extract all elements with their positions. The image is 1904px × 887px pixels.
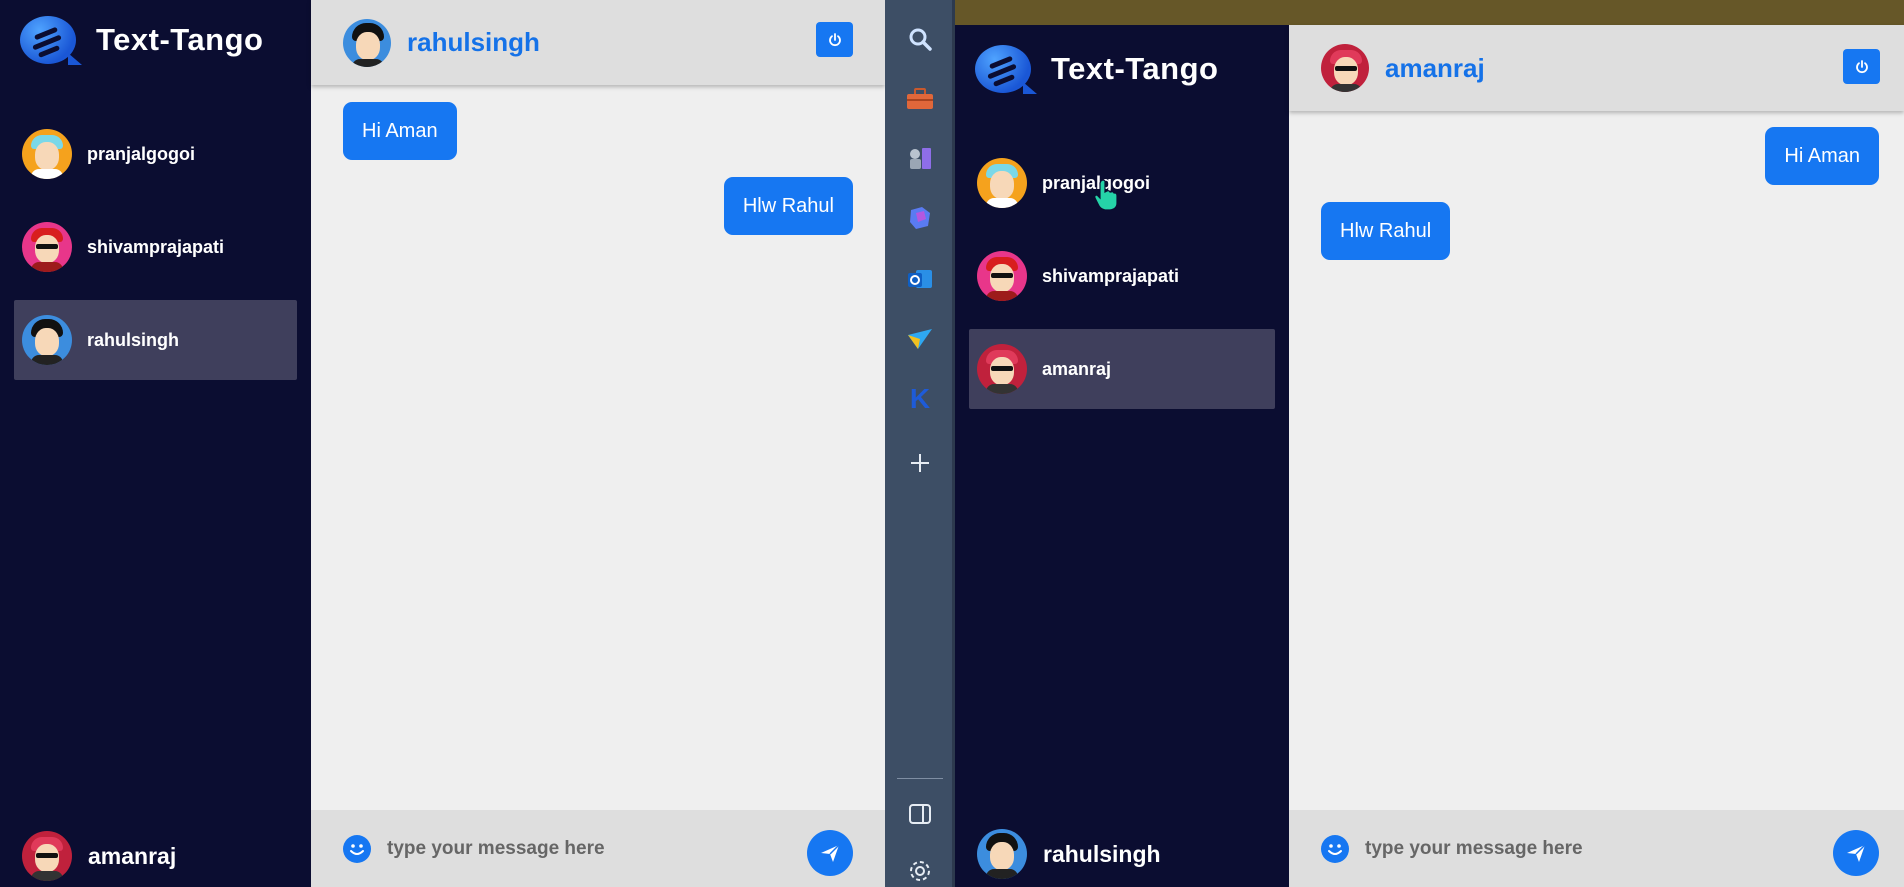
avatar	[22, 222, 72, 272]
browser-sidebar-toolbar: K	[885, 0, 955, 887]
send-icon	[1847, 844, 1866, 862]
contact-item-amanraj[interactable]: amanraj	[969, 329, 1275, 409]
contact-name: pranjalgogoi	[87, 143, 195, 164]
current-user[interactable]: rahulsingh	[977, 829, 1161, 879]
chat-contact-name: rahulsingh	[407, 27, 540, 57]
emoji-icon[interactable]	[1321, 834, 1349, 863]
contact-name: amanraj	[1042, 358, 1112, 379]
avatar	[22, 129, 72, 179]
outlook-icon[interactable]	[903, 262, 937, 296]
avatar	[1321, 44, 1369, 92]
left-chat-window: Text-Tango pranjalgogoi shivamprajapati	[0, 0, 885, 887]
gear-icon[interactable]	[903, 854, 937, 887]
message-bubble: Hi Aman	[1765, 127, 1879, 185]
avatar	[977, 344, 1027, 394]
hand-cursor-icon	[1094, 179, 1118, 211]
plus-icon[interactable]	[903, 446, 937, 480]
avatar	[977, 251, 1027, 301]
right-sidebar: Text-Tango pranjalgogoi shivamprajapati	[955, 25, 1289, 887]
chat-contact-name: amanraj	[1385, 52, 1485, 83]
left-sidebar: Text-Tango pranjalgogoi shivamprajapati	[0, 0, 311, 887]
avatar	[22, 315, 72, 365]
current-user-name: amanraj	[88, 842, 177, 869]
logout-button[interactable]	[816, 22, 853, 57]
message-input[interactable]	[1365, 837, 1745, 860]
contact-item-shivamprajapati[interactable]: shivamprajapati	[14, 207, 297, 287]
send-icon	[821, 844, 840, 862]
send-button[interactable]	[1833, 830, 1879, 876]
contact-list: pranjalgogoi shivamprajapati amanraj	[969, 143, 1275, 422]
chat-header: amanraj	[1289, 25, 1904, 111]
chat-panel: amanraj Hi Aman Hlw Rahul	[1289, 25, 1904, 887]
contact-item-pranjalgogoi[interactable]: pranjalgogoi	[14, 114, 297, 194]
chat-logo-icon	[975, 41, 1037, 96]
current-user-name: rahulsingh	[1043, 840, 1161, 867]
contact-name: shivamprajapati	[1042, 265, 1180, 286]
contact-item-shivamprajapati[interactable]: shivamprajapati	[969, 236, 1275, 316]
chat-header: rahulsingh	[311, 0, 885, 85]
message-list: Hi Aman Hlw Rahul	[1289, 110, 1904, 810]
chess-icon[interactable]	[903, 141, 937, 175]
message-composer	[311, 810, 885, 887]
message-list: Hi Aman Hlw Rahul	[311, 85, 885, 810]
send-plane-icon[interactable]	[903, 322, 937, 356]
right-chat-window: Text-Tango pranjalgogoi shivamprajapati	[955, 25, 1904, 887]
contact-name: rahulsingh	[87, 329, 180, 350]
chat-panel: rahulsingh Hi Aman Hlw Rahul	[311, 0, 885, 887]
copilot-icon[interactable]	[903, 201, 937, 235]
app-title: Text-Tango	[1051, 50, 1219, 86]
message-bubble: Hlw Rahul	[1321, 202, 1451, 260]
sidebar-panel-icon[interactable]	[903, 797, 937, 831]
contact-list: pranjalgogoi shivamprajapati rahulsingh	[14, 114, 297, 393]
current-user[interactable]: amanraj	[22, 831, 176, 881]
brand: Text-Tango	[20, 12, 263, 67]
search-icon[interactable]	[903, 22, 937, 56]
logout-button[interactable]	[1843, 49, 1880, 84]
screen: Text-Tango pranjalgogoi shivamprajapati	[0, 0, 1904, 887]
avatar	[343, 18, 391, 67]
avatar	[977, 158, 1027, 208]
message-bubble: Hlw Rahul	[723, 177, 853, 235]
toolbox-icon[interactable]	[903, 82, 937, 116]
message-composer	[1289, 810, 1904, 887]
emoji-icon[interactable]	[343, 834, 371, 863]
power-icon	[1855, 59, 1868, 73]
avatar	[22, 831, 72, 881]
send-button[interactable]	[807, 830, 853, 876]
contact-item-rahulsingh[interactable]: rahulsingh	[14, 300, 297, 380]
message-bubble: Hi Aman	[343, 102, 457, 160]
toolbar-divider	[897, 778, 943, 779]
avatar	[977, 829, 1027, 879]
power-icon	[828, 32, 841, 46]
message-input[interactable]	[387, 837, 767, 860]
contact-name: shivamprajapati	[87, 236, 225, 257]
background-strip	[955, 0, 1904, 25]
contact-item-pranjalgogoi[interactable]: pranjalgogoi	[969, 143, 1275, 223]
k-icon[interactable]: K	[903, 382, 937, 416]
app-title: Text-Tango	[96, 21, 264, 57]
brand: Text-Tango	[975, 41, 1218, 96]
chat-logo-icon	[20, 12, 82, 67]
